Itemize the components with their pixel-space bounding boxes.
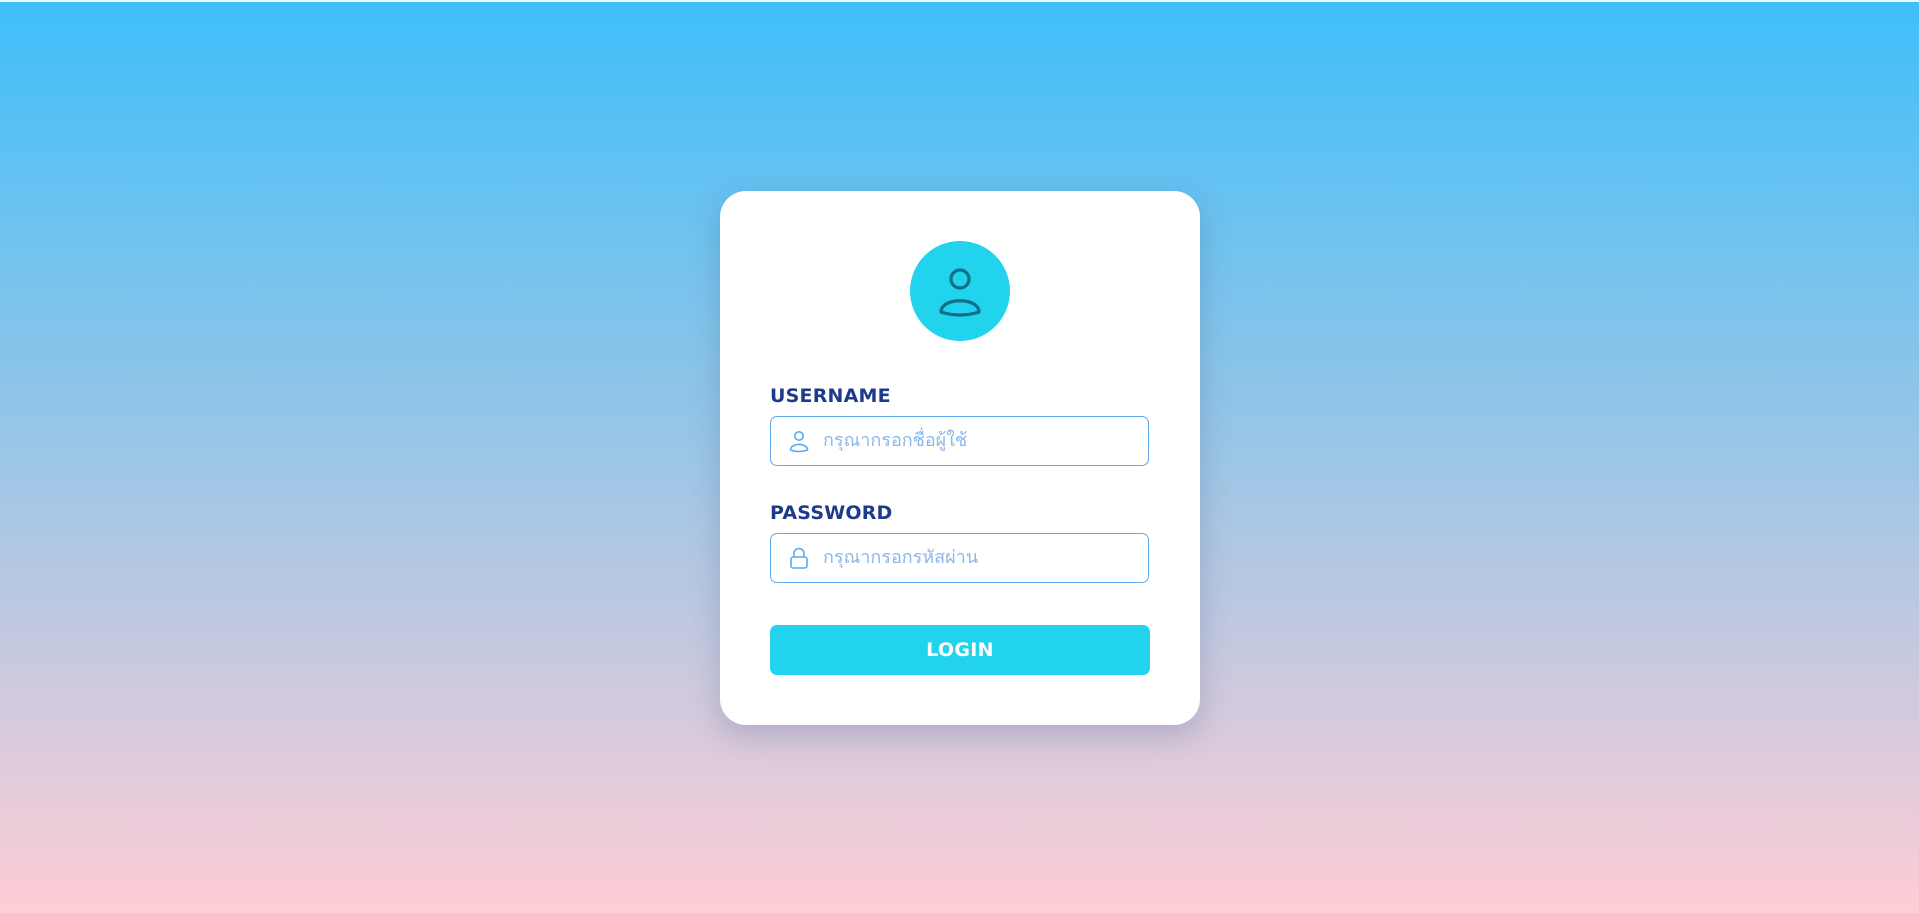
login-card: USERNAME PASSWORD LOGIN	[720, 191, 1200, 725]
login-button[interactable]: LOGIN	[770, 625, 1150, 675]
username-label: USERNAME	[770, 385, 891, 407]
password-label: PASSWORD	[770, 502, 893, 524]
user-icon	[787, 429, 811, 453]
top-border	[0, 0, 1919, 2]
lock-icon	[787, 546, 811, 570]
password-input[interactable]	[823, 534, 1133, 581]
avatar	[910, 241, 1010, 341]
username-field[interactable]	[770, 416, 1149, 466]
username-input[interactable]	[823, 417, 1133, 464]
password-field[interactable]	[770, 533, 1149, 583]
user-icon	[939, 268, 981, 317]
